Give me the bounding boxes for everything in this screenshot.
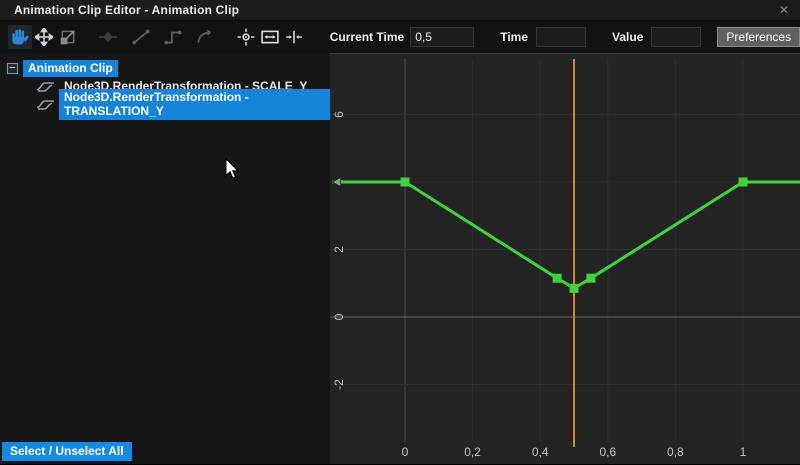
fit-selection-button[interactable]	[282, 25, 306, 49]
window-title: Animation Clip Editor - Animation Clip	[0, 3, 239, 17]
tree-item-label[interactable]: Node3D.RenderTransformation - TRANSLATIO…	[59, 89, 330, 120]
tree-root-label[interactable]: Animation Clip	[23, 60, 118, 77]
x-tick-label: 0,2	[464, 445, 481, 459]
linear-curve-icon	[131, 28, 151, 46]
close-icon[interactable]: ✕	[776, 3, 792, 17]
main-area: − Animation Clip Node3D.RenderTransforma…	[0, 53, 800, 464]
curve-channel-icon	[36, 80, 56, 93]
zoom-region-tool-button[interactable]	[56, 25, 80, 49]
x-tick-label: 0,8	[667, 445, 684, 459]
curve-editor-canvas[interactable]: 00,20,40,60,816420-2	[330, 53, 800, 464]
curve-plot[interactable]: 00,20,40,60,816420-2	[330, 54, 800, 465]
y-tick-label: 6	[332, 111, 346, 118]
move-arrows-icon	[35, 28, 53, 46]
x-tick-label: 0,4	[532, 445, 549, 459]
y-tick-label: 0	[332, 313, 346, 320]
keyframe-marker[interactable]	[553, 274, 562, 283]
add-keyframe-button[interactable]	[97, 25, 121, 49]
move-tool-button[interactable]	[32, 25, 56, 49]
x-tick-label: 0	[402, 445, 409, 459]
title-bar: Animation Clip Editor - Animation Clip ✕	[0, 0, 800, 21]
mouse-cursor-icon	[224, 158, 240, 180]
keyframe-marker[interactable]	[401, 178, 410, 187]
value-label: Value	[612, 30, 643, 44]
hand-icon	[11, 28, 29, 46]
curve-channel-icon	[36, 98, 56, 111]
current-time-label: Current Time	[330, 30, 404, 44]
time-label: Time	[500, 30, 528, 44]
select-unselect-all-button[interactable]: Select / Unselect All	[2, 442, 132, 461]
current-time-input[interactable]	[410, 27, 474, 47]
fit-horizontal-button[interactable]	[258, 25, 282, 49]
y-tick-label: 2	[332, 246, 346, 253]
pan-tool-button[interactable]	[8, 25, 32, 49]
step-interpolation-button[interactable]	[161, 25, 185, 49]
animation-clip-editor-window: Animation Clip Editor - Animation Clip ✕	[0, 0, 800, 464]
fit-width-box-icon	[261, 28, 279, 46]
value-input[interactable]	[651, 27, 701, 47]
toolbar: Current Time Time Value Preferences	[0, 21, 800, 53]
tree-row-translation-y[interactable]: Node3D.RenderTransformation - TRANSLATIO…	[0, 95, 330, 113]
smooth-interpolation-button[interactable]	[193, 25, 217, 49]
preferences-button[interactable]: Preferences	[717, 27, 800, 47]
step-curve-icon	[163, 28, 183, 46]
keyframe-marker[interactable]	[570, 284, 579, 293]
linear-interpolation-button[interactable]	[129, 25, 153, 49]
x-tick-label: 1	[740, 445, 747, 459]
keyframe-diamond-icon	[99, 28, 117, 46]
smooth-curve-icon	[195, 28, 215, 46]
curve-tree-panel: − Animation Clip Node3D.RenderTransforma…	[0, 53, 330, 464]
crosshair-icon	[237, 28, 255, 46]
y-tick-label: -2	[332, 379, 346, 390]
keyframe-marker[interactable]	[739, 178, 748, 187]
tree-row-animation-clip[interactable]: − Animation Clip	[0, 59, 330, 77]
animation-curve[interactable]	[332, 182, 800, 288]
x-tick-label: 0,6	[599, 445, 616, 459]
keyframe-marker[interactable]	[586, 274, 595, 283]
scale-region-icon	[59, 28, 77, 46]
focus-keyframe-button[interactable]	[234, 25, 258, 49]
time-input[interactable]	[536, 27, 586, 47]
fit-width-arrows-icon	[285, 28, 303, 46]
collapse-expander-icon[interactable]: −	[7, 63, 18, 74]
